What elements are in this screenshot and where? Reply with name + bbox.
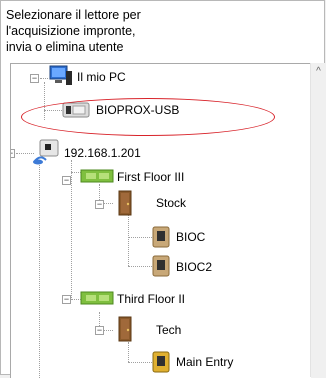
selection-highlight-ellipse: [21, 98, 275, 136]
floor-icon: [80, 169, 114, 183]
tree-item-tech-label[interactable]: Tech: [156, 322, 181, 338]
reader-icon: [152, 255, 170, 277]
collapse-toggle[interactable]: −: [95, 326, 104, 335]
device-tree[interactable]: − Il mio PC BIOPROX-USB − 192.168.1.201: [10, 63, 311, 378]
collapse-toggle[interactable]: −: [62, 176, 71, 185]
reader-icon: [152, 351, 170, 373]
reader-icon: [152, 226, 170, 248]
scroll-up-arrow-icon[interactable]: ^: [311, 63, 326, 80]
tree-connector: [40, 78, 48, 79]
collapse-toggle[interactable]: −: [62, 295, 71, 304]
tree-connector: [128, 342, 129, 362]
collapse-toggle[interactable]: −: [11, 149, 15, 158]
caption-line-2: l'acquisizione impronte,: [6, 24, 136, 38]
tree-item-bioc-label[interactable]: BIOC: [176, 229, 205, 245]
caption-line-3: invia o elimina utente: [6, 40, 124, 54]
caption-line-1: Selezionare il lettore per: [6, 8, 141, 22]
tree-connector: [128, 214, 129, 266]
tree-item-my-pc-label[interactable]: Il mio PC: [77, 69, 126, 85]
network-device-icon: [33, 139, 59, 165]
tree-connector: [71, 160, 72, 300]
tree-connector: [10, 64, 11, 374]
panel-caption: Selezionare il lettore per l'acquisizion…: [6, 7, 306, 55]
tree-item-ip-address-label[interactable]: 192.168.1.201: [64, 145, 141, 161]
reader-selection-panel: Selezionare il lettore per l'acquisizion…: [0, 0, 326, 378]
tree-item-stock-label[interactable]: Stock: [156, 195, 186, 211]
tree-item-bioc2-label[interactable]: BIOC2: [176, 259, 212, 275]
door-icon: [118, 316, 132, 342]
floor-icon: [80, 291, 114, 305]
door-icon: [118, 190, 132, 216]
collapse-toggle[interactable]: −: [95, 200, 104, 209]
tree-item-main-entry-label[interactable]: Main Entry: [176, 354, 233, 370]
computer-icon: [49, 65, 72, 85]
collapse-toggle[interactable]: −: [30, 74, 39, 83]
tree-item-first-floor-label[interactable]: First Floor III: [117, 169, 184, 185]
tree-connector: [39, 160, 40, 378]
vertical-scrollbar[interactable]: ^: [310, 63, 326, 377]
tree-item-third-floor-label[interactable]: Third Floor II: [117, 291, 185, 307]
